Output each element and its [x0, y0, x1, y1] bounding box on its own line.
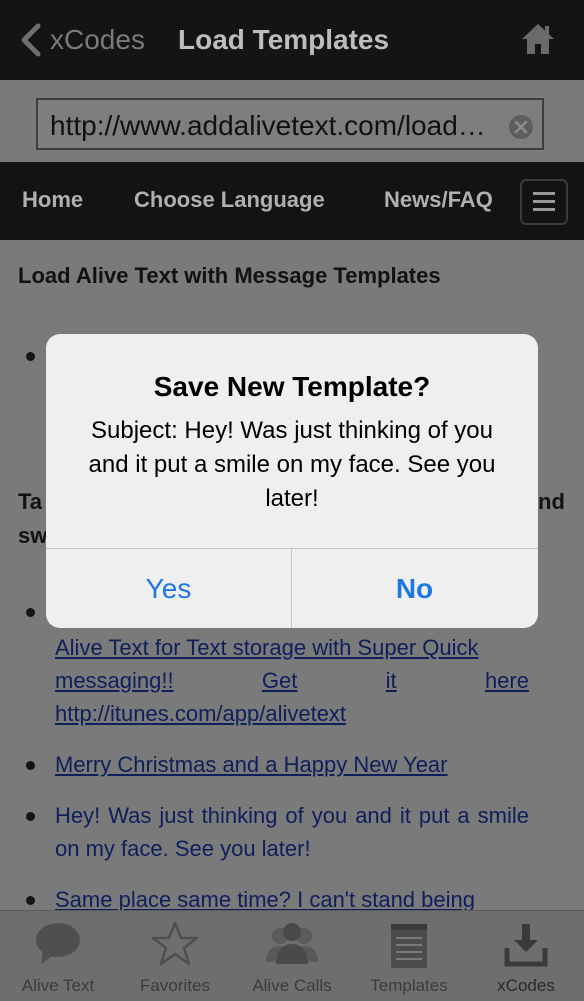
instruction-fragment-line2: sw — [18, 523, 48, 548]
link-line: http://itunes.com/app/alivetext — [55, 701, 347, 726]
back-chevron-icon[interactable] — [14, 22, 50, 58]
link-word: Get — [261, 668, 298, 693]
content-heading: Load Alive Text with Message Templates — [18, 263, 441, 288]
tab-alive-text[interactable]: Alive Text — [0, 910, 116, 1000]
template-text-thinking[interactable]: Hey! Was just thinking of you and it put… — [55, 799, 529, 865]
menu-item-news-faq[interactable]: News/FAQ — [384, 186, 493, 214]
list-bullet — [26, 352, 35, 361]
download-tray-icon — [504, 924, 548, 967]
instruction-fragment-start: Ta — [18, 489, 43, 514]
notepad-icon — [391, 924, 427, 968]
save-template-dialog: Save New Template? Subject: Hey! Was jus… — [46, 334, 538, 628]
link-line: Alive Text for Text storage with Super Q… — [55, 635, 479, 660]
menu-item-home[interactable]: Home — [22, 186, 83, 214]
tab-label: Alive Text — [21, 976, 95, 995]
yes-button[interactable]: Yes — [46, 549, 291, 628]
tab-xcodes[interactable]: xCodes — [468, 910, 584, 1000]
list-bullet — [26, 761, 35, 770]
link-word: here — [484, 668, 529, 693]
home-icon[interactable] — [520, 22, 556, 56]
tab-label: xCodes — [497, 976, 555, 995]
clear-icon[interactable] — [508, 114, 534, 140]
link-word: it — [385, 668, 397, 693]
menu-toggle-button[interactable] — [520, 179, 568, 225]
back-button[interactable]: xCodes — [50, 22, 145, 58]
link-line-justified: messaging!! Get it here — [55, 664, 529, 697]
tab-label: Favorites — [140, 976, 210, 995]
star-icon — [151, 921, 199, 966]
url-text[interactable]: http://www.addalivetext.com/load-templat… — [50, 104, 490, 148]
list-bullet — [26, 812, 35, 821]
list-bullet — [26, 896, 35, 905]
link-word: messaging!! — [55, 668, 174, 693]
page-title: Load Templates — [178, 24, 390, 55]
instruction-fragment-end: nd — [538, 489, 565, 514]
template-link-alive-text[interactable]: Alive Text for Text storage with Super Q… — [55, 631, 529, 730]
people-icon — [266, 923, 318, 964]
tab-label: Templates — [370, 976, 448, 995]
list-bullet — [26, 608, 35, 617]
dialog-title: Save New Template? — [153, 371, 431, 402]
dialog-message: Subject: Hey! Was just thinking of you a… — [88, 417, 496, 512]
template-link-christmas[interactable]: Merry Christmas and a Happy New Year — [55, 748, 529, 781]
tab-favorites[interactable]: Favorites — [117, 910, 233, 1000]
no-button[interactable]: No — [292, 549, 537, 628]
menu-item-choose-language[interactable]: Choose Language — [134, 186, 325, 214]
tab-label: Alive Calls — [252, 976, 332, 995]
tab-alive-calls[interactable]: Alive Calls — [234, 910, 350, 1000]
tab-templates[interactable]: Templates — [351, 910, 467, 1000]
hamburger-icon — [533, 192, 555, 211]
speech-bubble-icon — [36, 923, 80, 964]
